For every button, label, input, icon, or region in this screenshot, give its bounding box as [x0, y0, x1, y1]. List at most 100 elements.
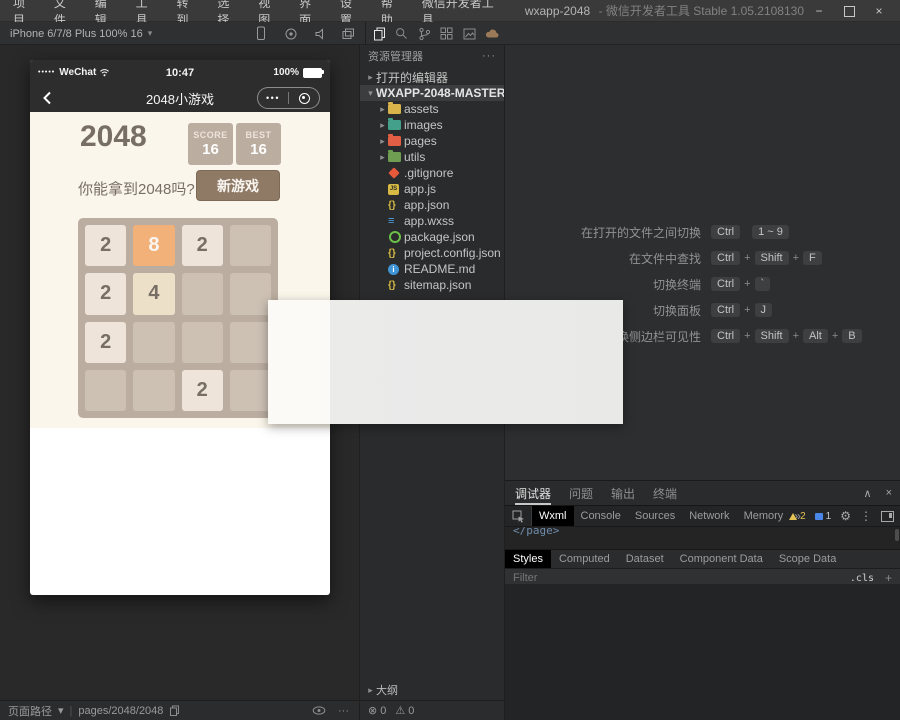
- device-selector[interactable]: iPhone 6/7/8 Plus 100% 16 ▾: [10, 22, 152, 45]
- toggle-class-button[interactable]: .cls: [850, 573, 874, 584]
- exit-button[interactable]: [289, 93, 319, 104]
- tab-dataset[interactable]: Dataset: [618, 550, 672, 568]
- empty-cell: [85, 370, 126, 411]
- maximize-icon: [844, 6, 855, 17]
- tree-item-utils[interactable]: ▸ utils: [360, 149, 504, 165]
- new-style-rule-button[interactable]: +: [885, 571, 892, 585]
- key-chip: Ctrl: [711, 251, 740, 265]
- tree-item-readme[interactable]: i README.md: [360, 261, 504, 277]
- score-value: 16: [202, 141, 219, 158]
- cloud-icon: [485, 28, 499, 39]
- multi-window-button[interactable]: [339, 25, 357, 42]
- divider: |: [70, 705, 73, 717]
- close-debugger-button[interactable]: ×: [886, 487, 892, 499]
- tree-item-app-js[interactable]: JS app.js: [360, 181, 504, 197]
- git-file-icon: [388, 167, 399, 178]
- tab-output[interactable]: 输出: [611, 481, 635, 505]
- shortcut-row: 在打开的文件之间切换 Ctrl 1 ~ 9: [505, 219, 900, 245]
- tab-sources[interactable]: Sources: [628, 506, 682, 526]
- game-board[interactable]: 2 8 2 2 4 2 2: [78, 218, 278, 418]
- tab-wxml[interactable]: Wxml: [532, 506, 574, 526]
- battery-group: 100%: [273, 67, 322, 78]
- minimize-button[interactable]: −: [804, 0, 834, 22]
- exit-icon: [299, 93, 310, 104]
- devtools-menu-button[interactable]: ⋮: [860, 509, 872, 523]
- tree-item-pages[interactable]: ▸ pages: [360, 133, 504, 149]
- element-snippet: </page>: [513, 526, 559, 537]
- elements-tree[interactable]: </page>: [505, 526, 900, 549]
- tree-item-project-config[interactable]: {} project.config.json: [360, 245, 504, 261]
- devtools-settings-button[interactable]: ⚙: [840, 509, 851, 523]
- eye-icon[interactable]: [312, 706, 326, 715]
- more-menu-button[interactable]: •••: [258, 88, 288, 108]
- tab-network[interactable]: Network: [682, 506, 736, 526]
- maximize-button[interactable]: [834, 0, 864, 22]
- back-button[interactable]: [40, 90, 56, 106]
- key-joiner: +: [832, 330, 838, 342]
- inspect-element-button[interactable]: [505, 506, 532, 526]
- tile: 4: [133, 273, 174, 314]
- search-icon: [395, 27, 408, 40]
- simulator-toggle-button[interactable]: [252, 25, 270, 42]
- cloud-button[interactable]: [483, 25, 501, 43]
- window-controls: − ×: [804, 0, 900, 22]
- chevron-down-icon: ▾: [148, 28, 153, 39]
- tab-scope-data[interactable]: Scope Data: [771, 550, 844, 568]
- tree-item-sitemap[interactable]: {} sitemap.json: [360, 277, 504, 293]
- tree-item-assets[interactable]: ▸ assets: [360, 101, 504, 117]
- project-root-row[interactable]: ▾ WXAPP-2048-MASTER: [360, 85, 504, 101]
- filter-input[interactable]: [505, 571, 765, 585]
- new-game-button[interactable]: 新游戏: [196, 170, 280, 201]
- collapse-button[interactable]: ∧: [864, 487, 872, 500]
- mini-program-navbar: 2048小游戏 •••: [30, 85, 330, 112]
- tree-item-images[interactable]: ▸ images: [360, 117, 504, 133]
- explorer-more-button[interactable]: ···: [482, 50, 496, 62]
- tree-item-package-json[interactable]: package.json: [360, 229, 504, 245]
- wxss-file-icon: ≡: [388, 215, 394, 227]
- tab-computed[interactable]: Computed: [551, 550, 618, 568]
- tile: 2: [85, 225, 126, 266]
- page-path-group: 页面路径 ▾ | pages/2048/2048: [0, 703, 180, 719]
- key-chip: Ctrl: [711, 277, 740, 291]
- tree-item-app-wxss[interactable]: ≡ app.wxss: [360, 213, 504, 229]
- tab-component-data[interactable]: Component Data: [672, 550, 771, 568]
- caret-right-icon: ▸: [377, 136, 388, 147]
- page-path-dropdown[interactable]: 页面路径: [8, 703, 52, 719]
- tab-memory[interactable]: Memory: [737, 506, 791, 526]
- key-chip: Ctrl: [711, 303, 740, 317]
- warnings-badge[interactable]: 2: [789, 511, 806, 522]
- empty-cell: [133, 370, 174, 411]
- explorer-title: 资源管理器: [368, 48, 423, 64]
- copy-icon[interactable]: [169, 705, 180, 717]
- caret-right-icon: ▸: [377, 152, 388, 163]
- close-button[interactable]: ×: [864, 0, 894, 22]
- tree-item-label: app.json: [404, 198, 449, 212]
- tree-item-gitignore[interactable]: .gitignore: [360, 165, 504, 181]
- outline-label: 大纲: [376, 682, 398, 698]
- outline-section[interactable]: ▸ 大纲: [360, 682, 504, 698]
- git-button[interactable]: [415, 25, 433, 43]
- scrollbar-thumb[interactable]: [895, 529, 899, 541]
- tab-problems[interactable]: 问题: [569, 481, 593, 505]
- more-actions-button[interactable]: ···: [338, 705, 349, 717]
- error-count: 0: [380, 705, 386, 717]
- info-badge[interactable]: 1: [815, 511, 832, 522]
- tab-console[interactable]: Console: [574, 506, 628, 526]
- layout-button[interactable]: [438, 25, 456, 43]
- explorer-button[interactable]: [370, 25, 388, 43]
- tree-item-label: project.config.json: [404, 246, 501, 260]
- preview-button[interactable]: [460, 25, 478, 43]
- tab-debugger[interactable]: 调试器: [515, 481, 551, 505]
- tab-terminal[interactable]: 终端: [653, 481, 677, 505]
- dock-side-button[interactable]: [881, 511, 894, 522]
- search-button[interactable]: [393, 25, 411, 43]
- files-icon: [373, 27, 386, 41]
- announce-button[interactable]: [311, 25, 329, 42]
- record-button[interactable]: [282, 25, 300, 42]
- debugger-window-actions: ∧ ×: [864, 481, 893, 505]
- tree-item-app-json[interactable]: {} app.json: [360, 197, 504, 213]
- tab-styles[interactable]: Styles: [505, 550, 551, 568]
- window-title-version: - 微信开发者工具 Stable 1.05.2108130: [599, 4, 804, 18]
- open-editors-row[interactable]: ▸ 打开的编辑器: [360, 69, 504, 85]
- shortcut-row: 在文件中查找 Ctrl + Shift + F: [505, 245, 900, 271]
